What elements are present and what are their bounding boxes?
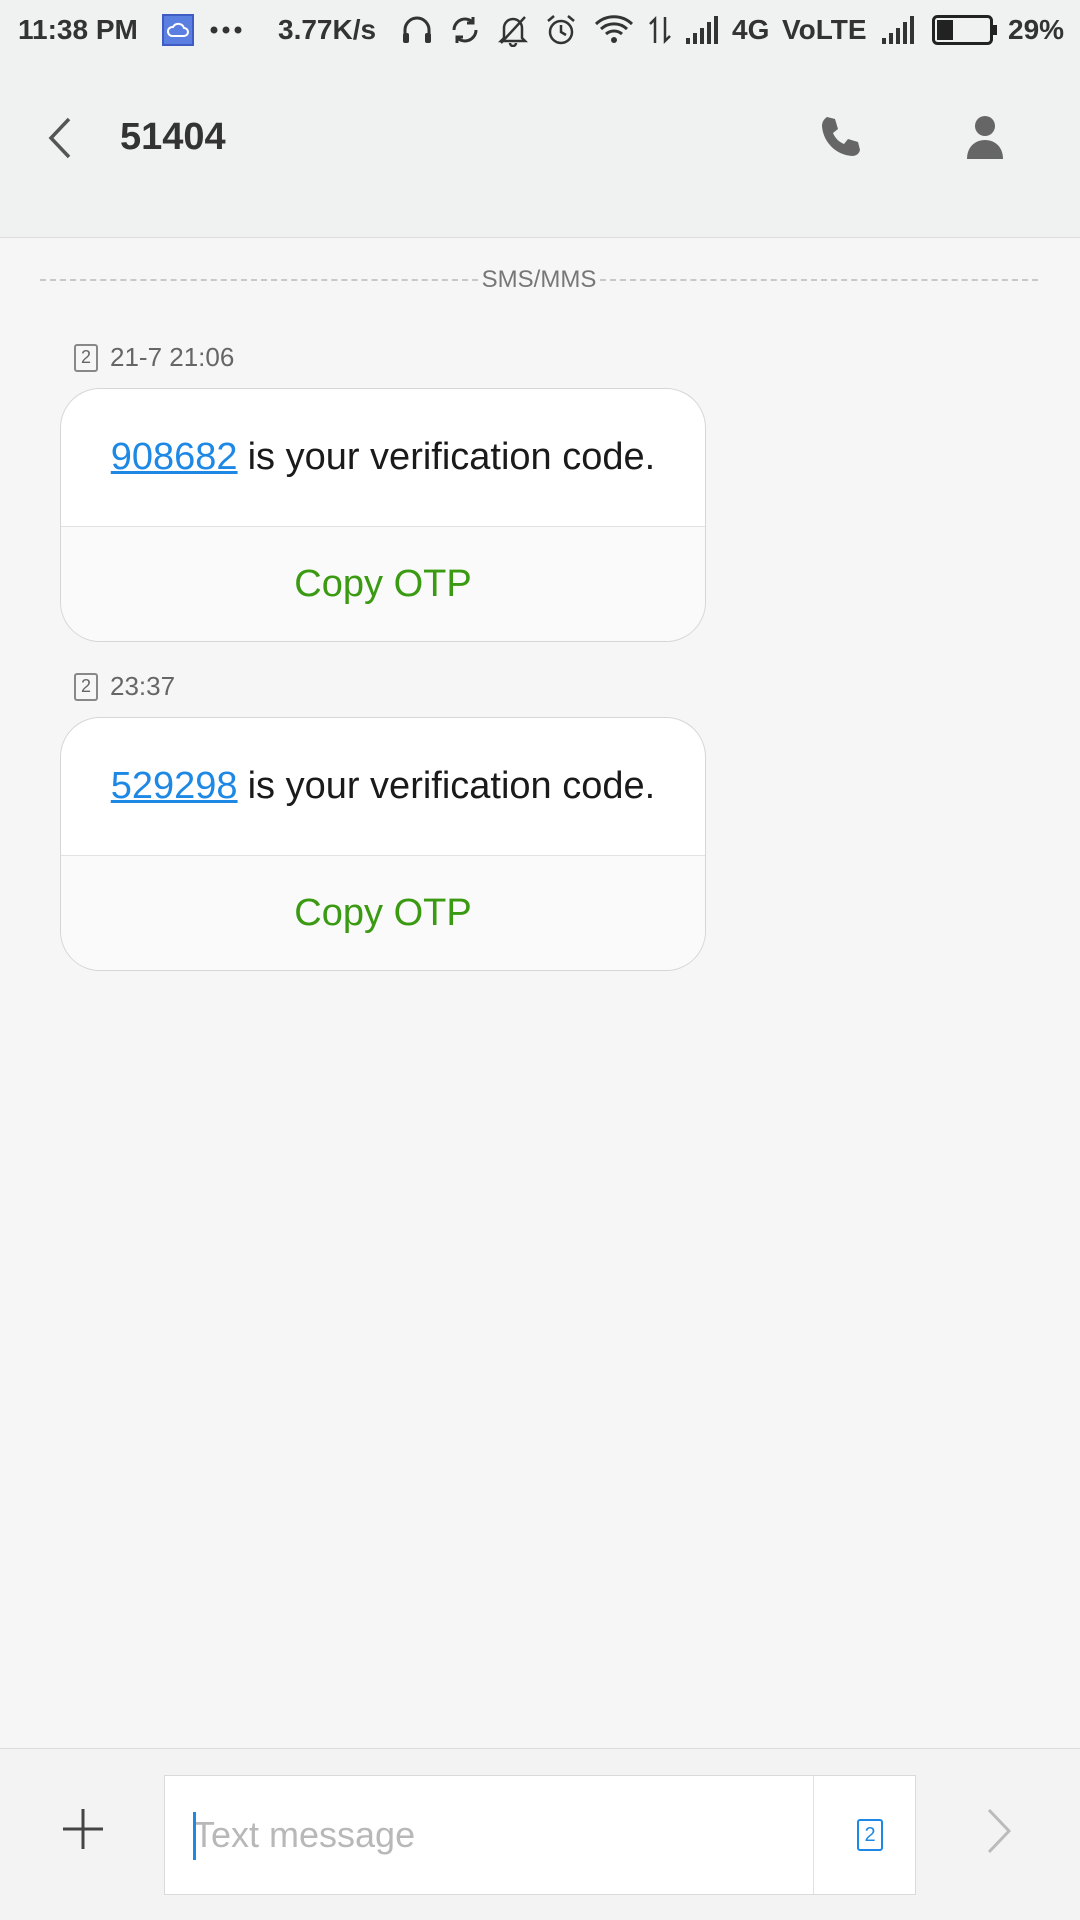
- sim-card-icon: 2: [74, 672, 98, 701]
- message-input-box: 2: [164, 1775, 916, 1895]
- signal-icon: [686, 0, 720, 60]
- plus-icon: [61, 1807, 105, 1856]
- volte-label: VoLTE: [782, 14, 867, 45]
- call-button[interactable]: [806, 104, 876, 174]
- message-body: 529298 is your verification code.: [61, 718, 705, 856]
- person-icon: [965, 115, 1005, 164]
- battery-icon: [932, 0, 998, 60]
- message-text: is your verification code.: [247, 765, 656, 807]
- mute-bell-icon: [496, 0, 530, 60]
- sync-icon: [448, 0, 482, 60]
- message-body: 908682 is your verification code.: [61, 389, 705, 527]
- status-time: 11:38 PM: [18, 14, 138, 45]
- status-bar: 11:38 PM 3.77K/s 4G VoLTE 29%: [0, 0, 1080, 60]
- back-button[interactable]: [30, 110, 90, 170]
- attach-button[interactable]: [50, 1791, 116, 1871]
- message-meta: 2 23:37: [74, 671, 175, 702]
- back-arrow-icon: [45, 115, 75, 166]
- input-separator: [813, 1776, 814, 1894]
- data-arrows-icon: [648, 0, 672, 60]
- message-composer: 2: [0, 1748, 1080, 1920]
- copy-otp-button[interactable]: Copy OTP: [61, 527, 705, 641]
- signal-icon: [882, 0, 916, 60]
- message-input[interactable]: [193, 1776, 833, 1894]
- battery-percent: 29%: [1008, 14, 1065, 45]
- copy-otp-button[interactable]: Copy OTP: [61, 856, 705, 970]
- message-meta: 2 21-7 21:06: [74, 342, 234, 373]
- message-timestamp: 23:37: [110, 671, 176, 701]
- headset-icon: [400, 0, 434, 60]
- contact-button[interactable]: [950, 104, 1020, 174]
- cloud-icon: [162, 0, 194, 60]
- sim-card-icon: 2: [74, 343, 98, 372]
- message-bubble: 529298 is your verification code. Copy O…: [60, 717, 706, 971]
- send-arrow-icon: [984, 1806, 1014, 1861]
- otp-code-link[interactable]: 529298: [111, 765, 238, 808]
- phone-icon: [818, 114, 864, 165]
- sim-card-icon: 2: [857, 1819, 883, 1851]
- divider-line: [40, 279, 478, 281]
- divider-line: [600, 279, 1039, 281]
- network-type: 4G: [732, 14, 770, 45]
- wifi-icon: [594, 0, 634, 60]
- conversation-header: 51404: [0, 60, 1080, 238]
- divider-label: SMS/MMS: [481, 266, 597, 293]
- sim-select-button[interactable]: 2: [825, 1776, 915, 1894]
- message-text: is your verification code.: [247, 436, 656, 478]
- message-bubble: 908682 is your verification code. Copy O…: [60, 388, 706, 642]
- network-speed: 3.77K/s: [278, 14, 377, 45]
- alarm-icon: [544, 0, 578, 60]
- send-button[interactable]: [964, 1793, 1034, 1873]
- message-timestamp: 21-7 21:06: [110, 342, 235, 372]
- contact-title: 51404: [120, 116, 226, 158]
- more-dots-icon: [210, 0, 242, 60]
- text-cursor: [193, 1812, 196, 1860]
- otp-code-link[interactable]: 908682: [111, 436, 238, 479]
- thread-divider: SMS/MMS: [40, 264, 1039, 296]
